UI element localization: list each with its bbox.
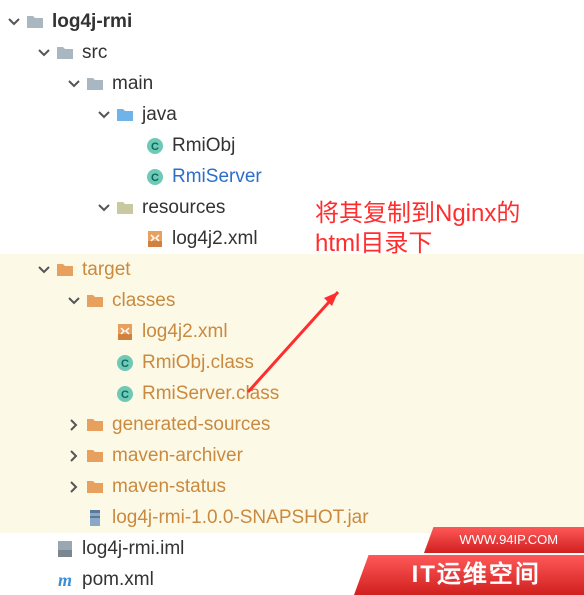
tree-row-src[interactable]: src [0, 37, 584, 68]
tree-row-rmiobj[interactable]: RmiObj [0, 130, 584, 161]
node-label: classes [112, 290, 175, 312]
annotation-line2: html目录下 [315, 229, 520, 259]
node-label: RmiObj [172, 135, 235, 157]
folder-icon [84, 75, 106, 93]
node-label: RmiObj.class [142, 352, 254, 374]
tree-row-rmiserver[interactable]: RmiServer [0, 161, 584, 192]
folder-resources-icon [114, 199, 136, 217]
folder-target-icon [54, 261, 76, 279]
tree-row-iml[interactable]: log4j-rmi.iml [0, 533, 584, 564]
node-label: log4j-rmi-1.0.0-SNAPSHOT.jar [112, 507, 369, 529]
chevron-right-icon[interactable] [64, 481, 84, 493]
folder-icon [54, 44, 76, 62]
tree-row-classes[interactable]: classes [0, 285, 584, 316]
node-label: src [82, 42, 107, 64]
class-icon [144, 137, 166, 155]
maven-file-icon [54, 571, 76, 589]
node-label: java [142, 104, 177, 126]
project-tree: log4j-rmi src main java RmiObj RmiServer… [0, 0, 584, 595]
class-icon [114, 385, 136, 403]
tree-row-pom[interactable]: pom.xml [0, 564, 584, 595]
folder-target-icon [84, 478, 106, 496]
tree-row-archiver[interactable]: maven-archiver [0, 440, 584, 471]
tree-row-generated[interactable]: generated-sources [0, 409, 584, 440]
node-label: maven-archiver [112, 445, 243, 467]
chevron-down-icon[interactable] [64, 295, 84, 307]
annotation-text: 将其复制到Nginx的 html目录下 [315, 199, 520, 259]
folder-target-icon [84, 292, 106, 310]
node-label: resources [142, 197, 225, 219]
chevron-down-icon[interactable] [94, 202, 114, 214]
tree-row-root[interactable]: log4j-rmi [0, 6, 584, 37]
tree-row-jar[interactable]: log4j-rmi-1.0.0-SNAPSHOT.jar [0, 502, 584, 533]
folder-source-icon [114, 106, 136, 124]
node-label: maven-status [112, 476, 226, 498]
chevron-down-icon[interactable] [94, 109, 114, 121]
iml-file-icon [54, 540, 76, 558]
chevron-down-icon[interactable] [4, 16, 24, 28]
node-label: RmiServer [172, 166, 262, 188]
node-label: log4j-rmi.iml [82, 538, 184, 560]
node-label: log4j2.xml [172, 228, 258, 250]
chevron-down-icon[interactable] [34, 264, 54, 276]
chevron-down-icon[interactable] [34, 47, 54, 59]
tree-row-main[interactable]: main [0, 68, 584, 99]
folder-icon [24, 13, 46, 31]
node-label: generated-sources [112, 414, 270, 436]
node-label: log4j-rmi [52, 11, 132, 33]
node-label: main [112, 73, 153, 95]
annotation-line1: 将其复制到Nginx的 [315, 199, 520, 229]
tree-row-log4j2-cls[interactable]: log4j2.xml [0, 316, 584, 347]
chevron-right-icon[interactable] [64, 450, 84, 462]
chevron-right-icon[interactable] [64, 419, 84, 431]
jar-file-icon [84, 509, 106, 527]
chevron-down-icon[interactable] [64, 78, 84, 90]
tree-row-java[interactable]: java [0, 99, 584, 130]
tree-row-rmiobj-class[interactable]: RmiObj.class [0, 347, 584, 378]
folder-target-icon [84, 416, 106, 434]
node-label: pom.xml [82, 569, 154, 591]
node-label: RmiServer.class [142, 383, 279, 405]
tree-row-rmiserver-class[interactable]: RmiServer.class [0, 378, 584, 409]
node-label: target [82, 259, 131, 281]
tree-row-status[interactable]: maven-status [0, 471, 584, 502]
node-label: log4j2.xml [142, 321, 228, 343]
class-icon [114, 354, 136, 372]
folder-target-icon [84, 447, 106, 465]
xml-file-icon [144, 230, 166, 248]
xml-file-icon [114, 323, 136, 341]
class-icon [144, 168, 166, 186]
